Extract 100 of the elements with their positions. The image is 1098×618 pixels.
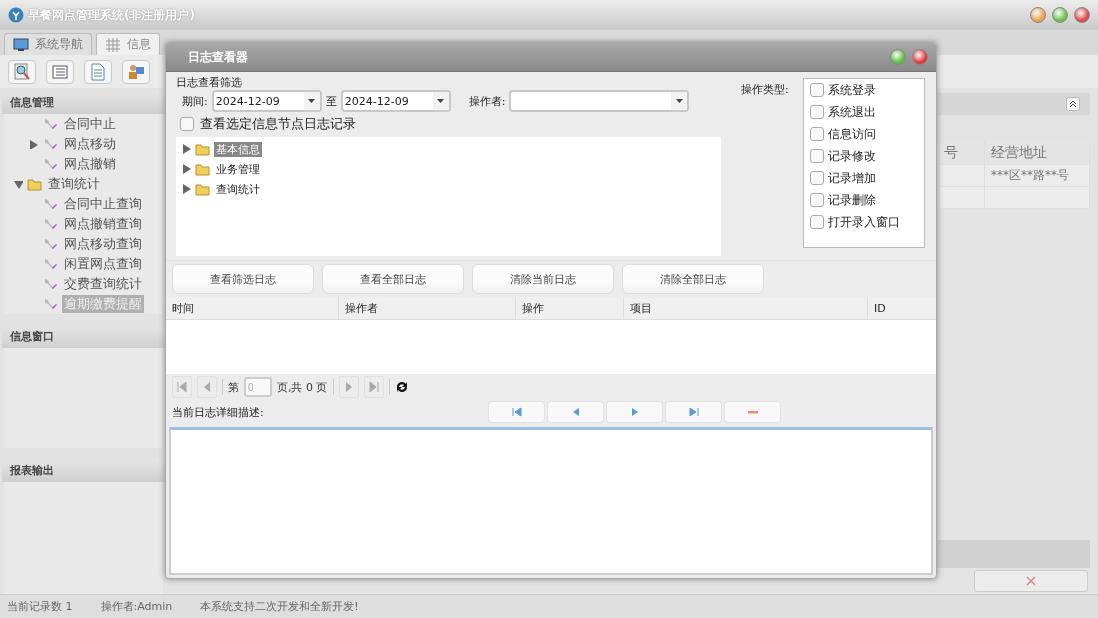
pager-text: 第 (228, 379, 239, 395)
detail-text-area[interactable] (169, 427, 933, 575)
next-icon (629, 407, 640, 417)
column-header[interactable]: 操作者 (339, 297, 516, 319)
column-header: 号 (940, 141, 985, 164)
delete-button[interactable] (974, 570, 1088, 592)
checkbox[interactable] (809, 127, 824, 141)
expand-arrow-icon[interactable] (13, 179, 23, 189)
checkbox[interactable] (809, 171, 824, 185)
column-header[interactable]: 时间 (166, 297, 339, 319)
prev-button[interactable] (547, 401, 604, 423)
dialog-title: 日志查看器 (188, 48, 248, 66)
tree-item[interactable]: 查询统计 (46, 175, 102, 193)
refresh-icon[interactable] (394, 380, 409, 394)
first-button[interactable] (488, 401, 545, 423)
next-page-button[interactable] (338, 376, 359, 398)
monitor-icon (13, 36, 29, 53)
tree-item[interactable]: 合同中止查询 (62, 195, 144, 213)
maximize-button[interactable] (1052, 7, 1068, 23)
status-text: 本系统支持二次开发和全新开发! (200, 599, 359, 614)
caret-icon (437, 99, 445, 103)
date-combo-box[interactable]: 2024-12-09 (340, 90, 451, 112)
tree-item[interactable]: 合同中止 (62, 115, 118, 133)
app-logo-icon (8, 7, 24, 23)
column-header[interactable]: ID (868, 297, 936, 319)
checkbox[interactable] (809, 105, 824, 119)
close-button[interactable] (912, 49, 928, 65)
tree-item[interactable]: 查询统计 (214, 181, 262, 197)
magnifier-icon (13, 62, 31, 81)
checkbox[interactable] (809, 83, 824, 97)
last-icon (368, 381, 379, 393)
tool-icon (43, 116, 59, 132)
action-button[interactable]: 清除全部日志 (622, 264, 764, 294)
tool-icon (43, 256, 59, 272)
last-page-button[interactable] (363, 376, 384, 398)
list-icon (51, 62, 69, 81)
checkbox[interactable] (180, 117, 194, 131)
table-cell: ***区**路**号 (985, 165, 1090, 186)
column-header[interactable]: 项目 (624, 297, 868, 319)
tool-icon (43, 296, 59, 312)
date-combo-box[interactable]: 2024-12-09 (211, 90, 322, 112)
tree-item[interactable]: 网点撤销查询 (62, 215, 144, 233)
tree-item[interactable]: 网点移动 (62, 135, 118, 153)
checkbox-label: 系统登录 (827, 81, 876, 99)
tree-item[interactable]: 网点移动查询 (62, 235, 144, 253)
user-tool-button[interactable] (122, 59, 150, 84)
tool-icon (43, 216, 59, 232)
checkbox[interactable] (809, 215, 824, 229)
tree-item[interactable]: 交费查询统计 (62, 275, 144, 293)
folder-icon (27, 177, 43, 191)
field-label: 操作者: (468, 93, 506, 109)
action-button[interactable]: 查看全部日志 (322, 264, 464, 294)
tree-item[interactable]: 闲置网点查询 (62, 255, 144, 273)
collapse-arrow-icon[interactable] (29, 139, 39, 149)
tool-icon (43, 156, 59, 172)
pager-text: 页,共 0 页 (277, 379, 328, 395)
column-header: 经营地址 (985, 141, 1090, 164)
column-header[interactable]: 操作 (516, 297, 624, 319)
caret-icon (675, 99, 683, 103)
close-button[interactable] (1074, 7, 1090, 23)
first-page-button[interactable] (172, 376, 192, 398)
collapse-arrow-icon[interactable] (182, 163, 192, 175)
user-icon (127, 62, 145, 81)
checkbox[interactable] (809, 149, 824, 163)
tree-item[interactable]: 业务管理 (214, 161, 262, 177)
collapse-up-icon[interactable] (1066, 97, 1080, 111)
folder-icon (195, 142, 211, 156)
minimize-button[interactable] (890, 49, 906, 65)
tree-item[interactable]: 网点撤销 (62, 155, 118, 173)
tool-icon (43, 276, 59, 292)
previous-page-button[interactable] (197, 376, 217, 398)
remove-button[interactable] (724, 401, 781, 423)
tab[interactable]: 系统导航 (4, 33, 92, 55)
grid-icon (105, 36, 121, 53)
operator-combo-box[interactable] (509, 90, 690, 112)
last-button[interactable] (665, 401, 722, 423)
field-label: 期间: (182, 93, 208, 109)
tree-item[interactable]: 基本信息 (214, 141, 262, 157)
action-button[interactable]: 清除当前日志 (472, 264, 614, 294)
status-text: 当前记录数 1 (7, 599, 73, 614)
folder-icon (195, 182, 211, 196)
next-button[interactable] (606, 401, 663, 423)
action-button[interactable]: 查看筛选日志 (172, 264, 314, 294)
list-tool-button[interactable] (46, 59, 74, 84)
checkbox-label: 信息访问 (827, 125, 876, 143)
first-icon (511, 407, 522, 417)
checkbox[interactable] (809, 193, 824, 207)
checkbox-label: 记录增加 (827, 169, 876, 187)
minimize-button[interactable] (1030, 7, 1046, 23)
search-tool-button[interactable] (8, 59, 36, 84)
tool-icon (43, 136, 59, 152)
last-icon (688, 407, 699, 417)
doc-tool-button[interactable] (84, 59, 112, 84)
checkbox-label: 系统退出 (827, 103, 876, 121)
collapse-arrow-icon[interactable] (182, 143, 192, 155)
tool-icon (43, 236, 59, 252)
collapse-arrow-icon[interactable] (182, 183, 192, 195)
status-text: 操作者:Admin (100, 599, 173, 614)
field-label: 操作类型: (741, 82, 789, 98)
previous-icon (202, 381, 212, 393)
